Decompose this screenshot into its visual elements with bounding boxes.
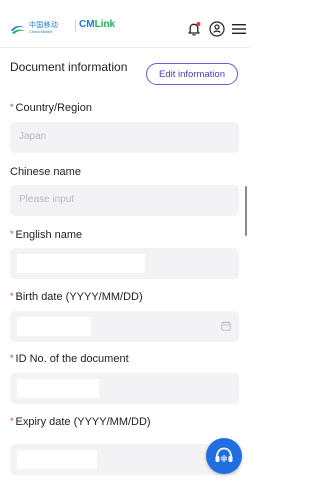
notification-dot xyxy=(196,22,201,26)
expiry-date-input[interactable] xyxy=(10,444,239,475)
notification-button[interactable] xyxy=(185,20,203,38)
expiry-date-label-text: Expiry date (YYYY/MM/DD) xyxy=(15,416,151,428)
expiry-date-value xyxy=(17,450,97,469)
country-label: * Country/Region xyxy=(10,102,92,114)
cmlink-link-text: Link xyxy=(94,19,116,30)
section-title: Document information xyxy=(10,60,128,74)
english-name-label-text: English name xyxy=(15,229,83,241)
required-marker: * xyxy=(10,102,14,112)
required-marker: * xyxy=(10,291,14,301)
country-field[interactable]: Japan xyxy=(10,122,239,153)
english-name-value xyxy=(17,254,145,273)
account-button[interactable] xyxy=(208,20,226,38)
bell-icon xyxy=(188,22,201,36)
birth-date-value xyxy=(17,317,91,336)
menu-icon xyxy=(232,24,246,34)
cmlink-cm-text: CM xyxy=(79,19,95,30)
english-name-input[interactable] xyxy=(10,248,239,279)
logo-divider xyxy=(75,20,76,32)
required-marker: * xyxy=(10,229,14,239)
chinese-name-label: Chinese name xyxy=(10,166,81,178)
birth-date-input[interactable] xyxy=(10,311,239,342)
birth-date-label-text: Birth date (YYYY/MM/DD) xyxy=(15,291,143,303)
english-name-label: * English name xyxy=(10,229,82,241)
id-number-value xyxy=(17,379,99,398)
user-icon xyxy=(209,21,225,37)
country-label-text: Country/Region xyxy=(15,102,92,114)
birth-date-label: * Birth date (YYYY/MM/DD) xyxy=(10,291,143,303)
menu-button[interactable] xyxy=(230,20,248,38)
country-value: Japan xyxy=(19,131,47,142)
logo-english-text: China Mobile xyxy=(29,29,53,34)
scrollbar[interactable] xyxy=(245,186,247,236)
required-marker: * xyxy=(10,353,14,363)
id-number-label-text: ID No. of the document xyxy=(15,353,129,365)
customer-support-button[interactable] xyxy=(206,438,242,474)
chinese-name-placeholder: Please input xyxy=(19,194,75,205)
top-bar: 中国移动 China Mobile CMLink xyxy=(0,0,250,48)
expiry-date-label: * Expiry date (YYYY/MM/DD) xyxy=(10,416,151,428)
id-number-input[interactable] xyxy=(10,373,239,404)
china-mobile-logo-icon xyxy=(11,26,25,34)
cmlink-logo: CMLink xyxy=(79,19,115,30)
calendar-icon[interactable] xyxy=(221,321,231,331)
headset-icon xyxy=(215,447,233,463)
brand-logo[interactable]: 中国移动 China Mobile CMLink xyxy=(10,19,115,36)
chinese-name-label-text: Chinese name xyxy=(10,166,81,178)
chinese-name-input[interactable]: Please input xyxy=(10,185,239,216)
edit-information-button[interactable]: Edit information xyxy=(146,63,238,85)
required-marker: * xyxy=(10,416,14,426)
id-number-label: * ID No. of the document xyxy=(10,353,129,365)
